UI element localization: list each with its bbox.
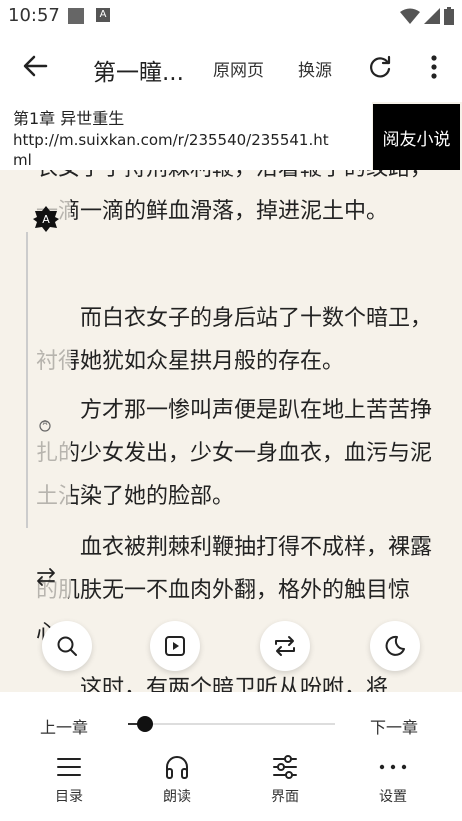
autoplay-button[interactable] (150, 621, 200, 671)
status-indicators (400, 6, 454, 26)
autoplay-icon (165, 636, 185, 656)
sliders-icon (273, 755, 297, 779)
chapter-title: 第1章 异世重生 (13, 109, 125, 128)
notification-icon (68, 8, 84, 24)
brightness-low-icon: A (39, 419, 51, 432)
wifi-icon (400, 8, 420, 24)
brightness-auto-letter: A (42, 213, 50, 226)
refresh-icon[interactable] (367, 54, 393, 80)
replace-rule-button[interactable] (260, 621, 310, 671)
chapter-progress-slider[interactable] (128, 716, 335, 732)
paragraph: 这时，有两个暗卫听从吩咐，将 (36, 676, 389, 692)
nav-settings[interactable]: 设置 (353, 752, 433, 806)
search-icon (57, 636, 77, 656)
book-title: 第一瞳... (93, 60, 184, 86)
nav-read-aloud[interactable]: 朗读 (137, 752, 217, 806)
chapter-url[interactable]: http://m.suixkan.com/r/235540/235541.htm… (13, 130, 343, 170)
source-name-button[interactable]: 阅友小说 (373, 104, 460, 170)
night-mode-icon (385, 635, 405, 656)
signal-icon (424, 8, 440, 24)
top-app-bar: 第一瞳... 原网页 换源 (0, 32, 462, 102)
a-badge-icon: A (96, 8, 110, 22)
brightness-auto-icon[interactable]: A (33, 206, 59, 232)
brightness-track[interactable] (26, 232, 28, 528)
headphones-icon (166, 756, 188, 779)
catalog-icon (57, 758, 81, 776)
more-dots-icon (379, 764, 407, 770)
next-chapter-button[interactable]: 下一章 (370, 714, 418, 738)
nav-interface[interactable]: 界面 (245, 752, 325, 806)
status-bar: 10:57 A (0, 0, 462, 32)
chapter-info-bar: 第1章 异世重生 http://m.suixkan.com/r/235540/2… (0, 102, 372, 170)
change-source-button[interactable]: 换源 (298, 56, 332, 81)
paragraph: 衣女子手持荆棘利鞭，沿着鞭子的纹路，一滴一滴的鲜血滑落，掉进泥土中。 (36, 170, 432, 224)
bottom-control-panel: 上一章 下一章 目录 朗读 界面 设置 (0, 692, 462, 821)
nav-interface-label: 界面 (271, 789, 299, 805)
original-page-button[interactable]: 原网页 (213, 56, 264, 81)
prev-chapter-button[interactable]: 上一章 (40, 714, 88, 738)
nav-catalog[interactable]: 目录 (29, 752, 109, 806)
battery-icon (444, 7, 454, 25)
nav-settings-label: 设置 (379, 789, 407, 805)
brightness-low-letter: A (43, 419, 48, 427)
search-button[interactable] (42, 621, 92, 671)
progress-knob[interactable] (136, 716, 153, 732)
more-vert-icon[interactable] (425, 54, 443, 80)
swap-position-icon[interactable] (35, 567, 57, 587)
nav-catalog-label: 目录 (55, 789, 83, 805)
paragraph: 方才那一惨叫声便是趴在地上苦苦挣扎的少女发出，少女一身血衣，血污与泥土沾染了她的… (36, 398, 433, 509)
nav-read-aloud-label: 朗读 (163, 789, 191, 805)
back-arrow-icon[interactable] (20, 52, 50, 80)
status-time: 10:57 (8, 5, 60, 26)
replace-icon (275, 636, 295, 656)
night-mode-button[interactable] (370, 621, 420, 671)
paragraph: 而白衣女子的身后站了十数个暗卫，衬得她犹如众星拱月般的存在。 (36, 306, 433, 374)
